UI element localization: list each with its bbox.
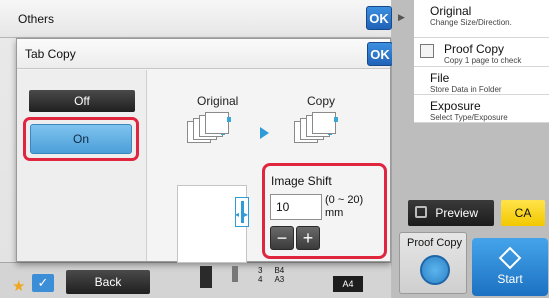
exposure-menu-item[interactable]: Exposure Select Type/Exposure (414, 95, 549, 123)
minus-button[interactable]: − (270, 226, 294, 250)
off-button[interactable]: Off (29, 90, 135, 112)
copy-stack-icon (294, 111, 344, 149)
image-shift-box: Image Shift 10 (0 ~ 20) mm − + (262, 163, 387, 259)
tray-icon (200, 266, 212, 288)
tray-list: 3 B4 4 A3 (258, 266, 285, 284)
preview-button[interactable]: Preview (408, 200, 494, 226)
proof-copy-button[interactable]: Proof Copy (399, 232, 467, 294)
checkmark-icon[interactable]: ✓ (32, 274, 54, 292)
image-shift-range: (0 ~ 20) mm (325, 194, 363, 220)
back-button[interactable]: Back (66, 270, 150, 294)
others-title-bar: Others OK (0, 0, 392, 38)
proof-copy-menu-item[interactable]: Proof Copy Copy 1 page to check (414, 38, 549, 67)
proof-copy-icon (420, 255, 450, 285)
plus-button[interactable]: + (296, 226, 320, 250)
on-button[interactable]: On (30, 124, 132, 154)
dialog-title: Tab Copy (25, 47, 76, 61)
copy-label: Copy (307, 94, 336, 108)
file-menu-item[interactable]: File Store Data in Folder (414, 67, 549, 95)
original-stack-icon (187, 111, 237, 149)
on-off-panel: Off On (17, 70, 147, 261)
expand-arrow-icon[interactable]: ▶ (398, 12, 405, 23)
shift-marker-icon: ◂ ▸ (235, 197, 249, 227)
original-menu-item[interactable]: Original Change Size/Direction. (414, 0, 549, 38)
dialog-title-bar: Tab Copy OK (17, 39, 393, 69)
others-ok-button[interactable]: OK (366, 6, 392, 30)
image-shift-input[interactable]: 10 (270, 194, 322, 220)
start-icon (498, 246, 522, 270)
unit-text: mm (325, 207, 344, 219)
range-text: (0 ~ 20) (325, 194, 364, 206)
star-icon[interactable]: ★ (12, 277, 25, 295)
paper-size-indicator: A4 (333, 276, 363, 292)
original-label: Original (197, 94, 239, 108)
ca-button[interactable]: CA (501, 200, 545, 226)
preview-icon (415, 206, 427, 218)
on-button-highlight: On (23, 117, 139, 161)
others-title: Others (18, 12, 55, 26)
tray-icon (232, 266, 238, 282)
image-shift-title: Image Shift (271, 174, 332, 188)
start-button[interactable]: Start (472, 238, 548, 296)
dialog-ok-button[interactable]: OK (367, 42, 393, 66)
proof-copy-checkbox[interactable] (420, 44, 434, 58)
arrow-right-icon (260, 127, 269, 139)
tab-copy-dialog: Tab Copy OK Off On Original Copy ◂ ▸ Ima… (16, 38, 393, 263)
